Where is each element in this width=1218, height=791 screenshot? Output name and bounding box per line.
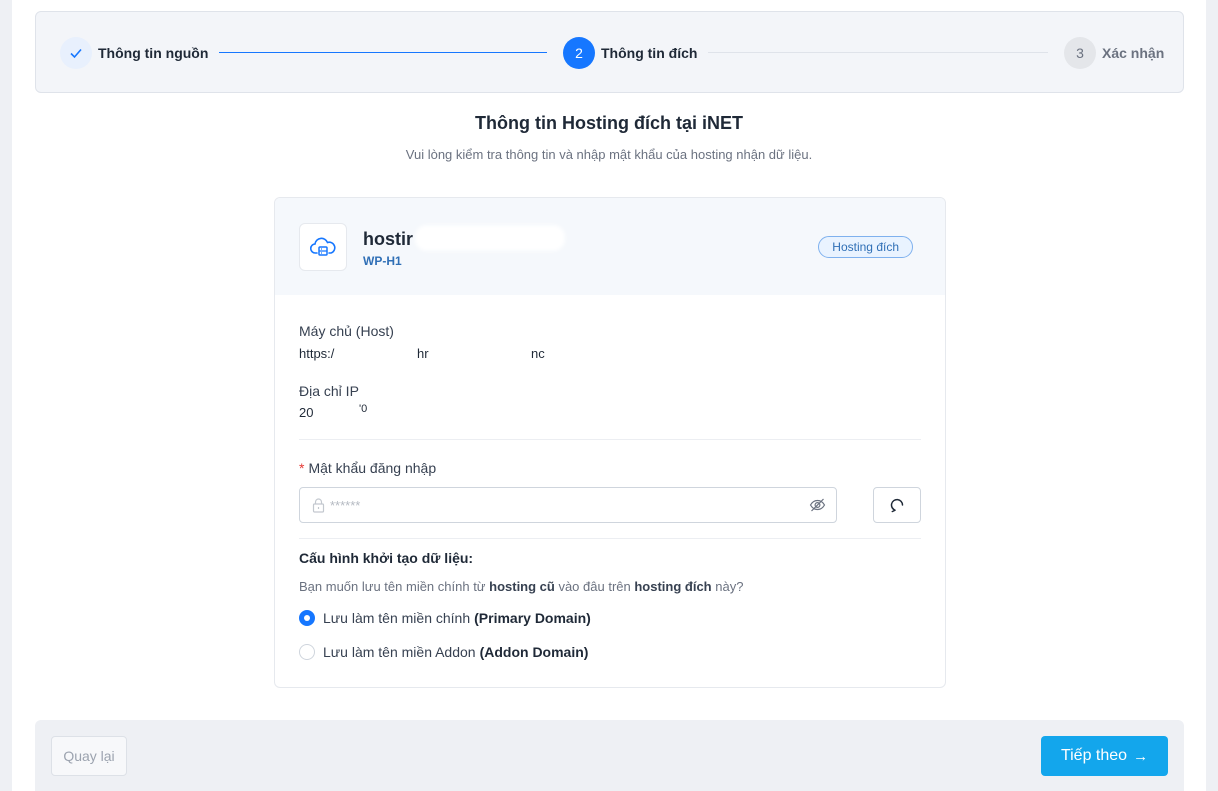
step-connector-done bbox=[219, 52, 547, 53]
config-title: Cấu hình khởi tạo dữ liệu: bbox=[299, 550, 474, 566]
next-button[interactable]: Tiếp theo → bbox=[1041, 736, 1168, 776]
divider bbox=[299, 439, 921, 440]
host-label: Máy chủ (Host) bbox=[299, 323, 394, 339]
radio-primary-control[interactable] bbox=[299, 610, 315, 626]
check-icon bbox=[70, 48, 82, 59]
redaction-mask bbox=[415, 225, 565, 251]
eye-off-icon[interactable] bbox=[809, 497, 826, 513]
host-value-mid: hr bbox=[417, 346, 429, 361]
hosting-badge: Hosting đích bbox=[818, 236, 913, 258]
step-active-circle: 2 bbox=[563, 37, 595, 69]
step-label-confirm: Xác nhận bbox=[1102, 45, 1165, 61]
ip-label: Địa chỉ IP bbox=[299, 383, 359, 399]
step-done-circle bbox=[60, 37, 92, 69]
password-label: * Mật khẩu đăng nhập bbox=[299, 460, 437, 476]
page-title: Thông tin Hosting đích tại iNET bbox=[475, 113, 743, 133]
host-value: https:/ bbox=[299, 346, 335, 361]
step-pending-circle: 3 bbox=[1064, 37, 1096, 69]
generate-password-button[interactable] bbox=[873, 487, 921, 523]
step-confirm: 3 Xác nhận bbox=[1064, 37, 1164, 69]
stepper: Thông tin nguồn 2 Thông tin đích 3 Xác n… bbox=[35, 11, 1184, 93]
back-button[interactable]: Quay lại bbox=[51, 736, 127, 776]
refresh-icon bbox=[890, 498, 904, 513]
hosting-card: hostir WP-H1 Hosting đích Máy chủ (Host)… bbox=[274, 197, 946, 688]
ip-value: 20 bbox=[299, 405, 314, 420]
step-label-target: Thông tin đích bbox=[601, 45, 698, 61]
divider bbox=[299, 538, 921, 539]
lock-icon bbox=[312, 498, 325, 513]
page-subtitle: Vui lòng kiểm tra thông tin và nhập mật … bbox=[405, 147, 813, 162]
step-connector-pending bbox=[708, 52, 1048, 53]
radio-primary-domain[interactable]: Lưu làm tên miền chính (Primary Domain) bbox=[299, 610, 591, 626]
radio-addon-domain[interactable]: Lưu làm tên miền Addon (Addon Domain) bbox=[299, 644, 588, 660]
config-description: Bạn muốn lưu tên miền chính từ hosting c… bbox=[299, 579, 744, 594]
password-field[interactable] bbox=[299, 487, 837, 523]
hosting-card-header: hostir WP-H1 Hosting đích bbox=[275, 198, 945, 295]
cloud-server-icon bbox=[310, 237, 336, 256]
hosting-icon-box bbox=[299, 223, 347, 271]
host-value-end: nc bbox=[531, 346, 545, 361]
arrow-right-icon: → bbox=[1133, 747, 1149, 765]
hosting-plan: WP-H1 bbox=[363, 254, 402, 268]
page: Thông tin nguồn 2 Thông tin đích 3 Xác n… bbox=[12, 0, 1206, 791]
footer-bar: Quay lại Tiếp theo → bbox=[35, 720, 1184, 791]
required-asterisk: * bbox=[299, 460, 305, 476]
step-target: 2 Thông tin đích bbox=[563, 37, 697, 69]
password-input[interactable] bbox=[330, 488, 810, 522]
ip-value-end: '0 bbox=[359, 403, 368, 415]
hosting-name: hostir bbox=[363, 229, 414, 249]
radio-addon-control[interactable] bbox=[299, 644, 315, 660]
step-source: Thông tin nguồn bbox=[60, 37, 208, 69]
step-label-source: Thông tin nguồn bbox=[98, 45, 209, 61]
